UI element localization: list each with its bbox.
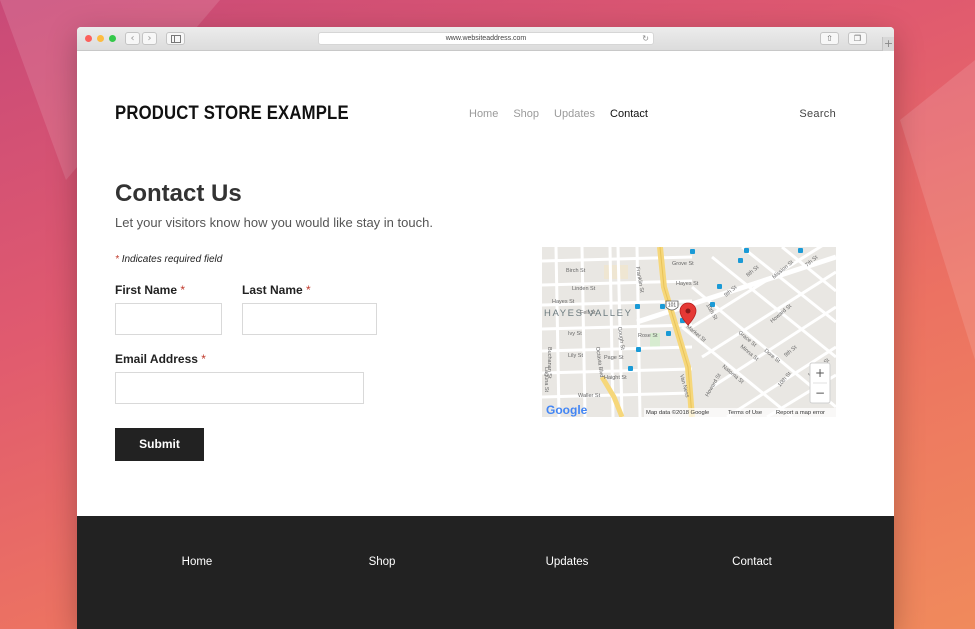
last-name-input[interactable] <box>242 303 377 335</box>
nav-contact[interactable]: Contact <box>610 108 648 120</box>
email-label-text: Email Address <box>115 352 198 366</box>
street-label: Waller St <box>578 393 601 399</box>
street-label: Hayes St <box>676 281 699 287</box>
forward-button[interactable]: › <box>142 32 157 45</box>
highway-shield: 101 <box>665 300 679 311</box>
required-asterisk: * <box>201 352 206 366</box>
nav-home[interactable]: Home <box>469 108 498 120</box>
reload-icon[interactable]: ↻ <box>642 33 649 45</box>
street-label: Lily St <box>568 353 583 359</box>
sidebar-icon <box>170 35 181 43</box>
footer-link-shop[interactable]: Shop <box>342 556 422 568</box>
embedded-map[interactable]: 101 Birch St Grove St Hayes St Hayes St … <box>542 247 836 417</box>
street-label: Grove St <box>672 261 694 267</box>
page-title: Contact Us <box>115 180 242 207</box>
first-name-input[interactable] <box>115 303 222 335</box>
chevron-right-icon: › <box>147 33 152 44</box>
address-bar[interactable]: www.websiteaddress.com ↻ <box>318 32 654 45</box>
first-name-label-text: First Name <box>115 283 178 297</box>
url-text: www.websiteaddress.com <box>445 35 527 42</box>
site-footer: Home Shop Updates Contact <box>77 516 894 629</box>
street-label: Haight St <box>604 375 627 381</box>
chevron-left-icon: ‹ <box>130 33 135 44</box>
first-name-label: First Name * <box>115 283 185 297</box>
footer-link-home[interactable]: Home <box>157 556 237 568</box>
minimize-window-button[interactable] <box>97 35 104 42</box>
close-window-button[interactable] <box>85 35 92 42</box>
required-field-note: * Indicates required field <box>115 254 222 265</box>
map-attribution: Map data ©2018 Google <box>646 409 709 416</box>
tabs-button[interactable]: ❐ <box>848 32 867 45</box>
nav-shop[interactable]: Shop <box>513 108 539 120</box>
street-label: Ivy St <box>568 331 582 337</box>
page-subtitle: Let your visitors know how you would lik… <box>115 215 433 230</box>
terms-link[interactable]: Terms of Use <box>728 410 762 416</box>
site-logo[interactable]: PRODUCT STORE EXAMPLE <box>115 103 349 125</box>
street-label: Rose St <box>638 333 658 339</box>
background-facet <box>900 60 975 360</box>
street-label: Hayes St <box>552 299 575 305</box>
search-link[interactable]: Search <box>799 108 836 120</box>
map-canvas[interactable]: 101 Birch St Grove St Hayes St Hayes St … <box>542 247 836 417</box>
browser-window: ‹ › www.websiteaddress.com ↻ ⇧ ❐ + PRODU… <box>77 27 894 629</box>
plus-icon: + <box>883 37 894 50</box>
email-input[interactable] <box>115 372 364 404</box>
sidebar-button[interactable] <box>166 32 185 45</box>
street-label: Linden St <box>572 286 596 292</box>
required-note-text: Indicates required field <box>121 254 223 265</box>
neighborhood-label: HAYES VALLEY <box>544 308 633 319</box>
highway-label: 101 <box>668 303 677 309</box>
footer-link-updates[interactable]: Updates <box>527 556 607 568</box>
new-tab-button[interactable]: + <box>882 37 894 51</box>
nav-updates[interactable]: Updates <box>554 108 595 120</box>
required-asterisk: * <box>180 283 186 297</box>
street-label: Buchanan St <box>546 347 552 379</box>
zoom-controls: + − <box>809 362 831 404</box>
report-map-error-link[interactable]: Report a map error <box>776 410 825 416</box>
main-nav: Home Shop Updates Contact <box>469 108 663 120</box>
required-asterisk: * <box>306 283 311 297</box>
google-logo: Google <box>546 403 588 417</box>
street-label: Birch St <box>566 268 586 274</box>
zoom-out-button[interactable]: − <box>815 386 825 400</box>
tabs-icon: ❐ <box>853 34 862 43</box>
email-label: Email Address * <box>115 352 206 366</box>
zoom-in-button[interactable]: + <box>815 366 825 380</box>
street-label: Page St <box>604 355 624 361</box>
submit-button[interactable]: Submit <box>115 428 204 461</box>
last-name-label: Last Name * <box>242 283 311 297</box>
fullscreen-window-button[interactable] <box>109 35 116 42</box>
browser-titlebar: ‹ › www.websiteaddress.com ↻ ⇧ ❐ + <box>77 27 894 51</box>
last-name-label-text: Last Name <box>242 283 303 297</box>
site-header: PRODUCT STORE EXAMPLE Home Shop Updates … <box>115 103 836 127</box>
footer-link-contact[interactable]: Contact <box>712 556 792 568</box>
back-button[interactable]: ‹ <box>125 32 140 45</box>
required-asterisk: * <box>115 254 119 265</box>
share-button[interactable]: ⇧ <box>820 32 839 45</box>
share-icon: ⇧ <box>826 34 833 43</box>
